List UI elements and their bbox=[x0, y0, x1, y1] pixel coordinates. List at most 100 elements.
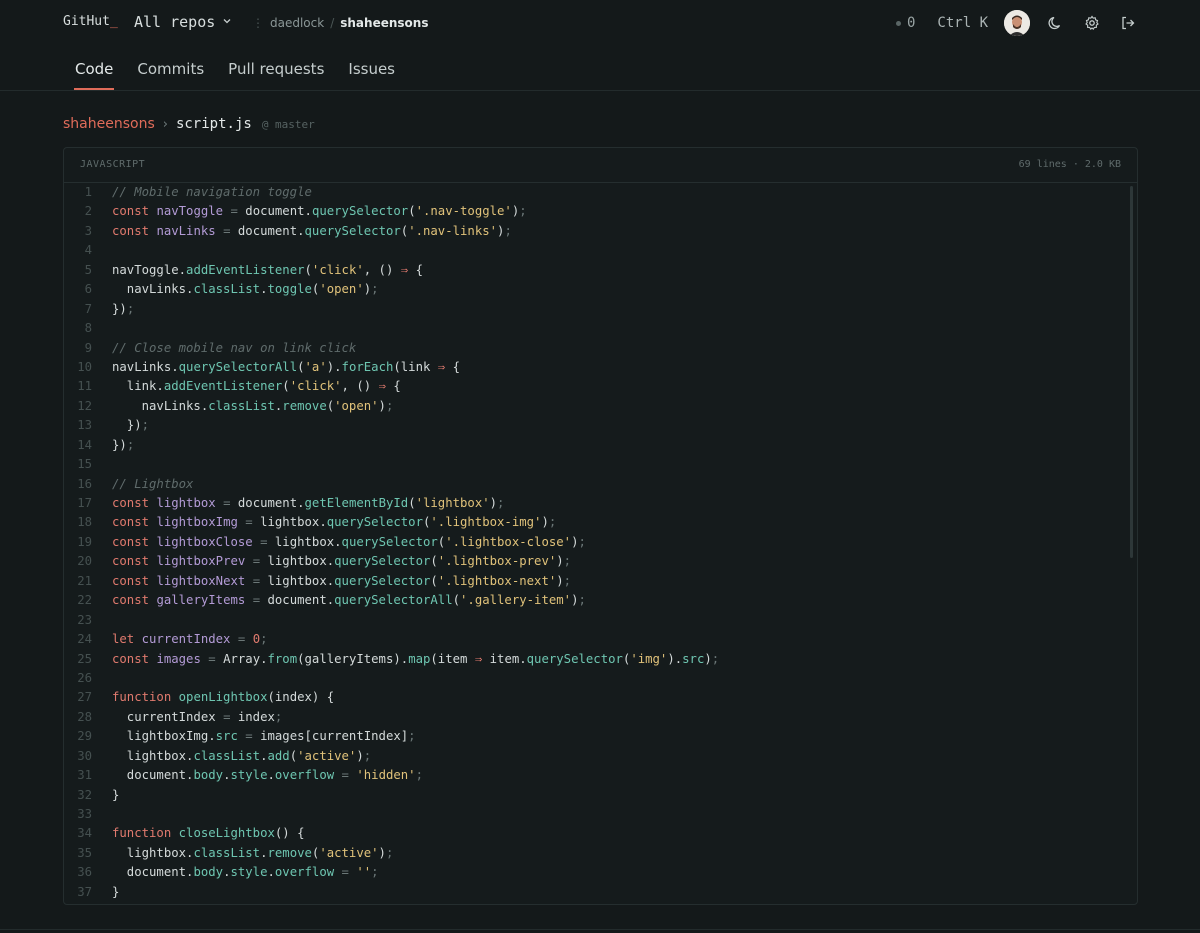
line-number[interactable]: 13 bbox=[64, 416, 112, 435]
file-line-count: 69 lines bbox=[1018, 159, 1067, 170]
logout-button[interactable] bbox=[1118, 13, 1138, 33]
code-text: navLinks.classList.remove('open'); bbox=[112, 398, 394, 413]
code-text: } bbox=[112, 787, 120, 802]
code-line: 18 const lightboxImg = lightbox.querySele… bbox=[64, 513, 1137, 532]
line-number[interactable]: 3 bbox=[64, 222, 112, 241]
tab-pull-requests[interactable]: Pull requests bbox=[216, 46, 336, 90]
code-line: 13 }); bbox=[64, 416, 1137, 435]
code-line: 21 const lightboxNext = lightbox.querySel… bbox=[64, 572, 1137, 591]
theme-toggle-button[interactable] bbox=[1046, 13, 1066, 33]
code-line: 28 currentIndex = index; bbox=[64, 708, 1137, 727]
line-number[interactable]: 20 bbox=[64, 552, 112, 571]
code-text: currentIndex = index; bbox=[112, 709, 283, 724]
code-text: navLinks.classList.toggle('open'); bbox=[112, 282, 379, 297]
code-text: // Mobile navigation toggle bbox=[112, 185, 312, 199]
line-number[interactable]: 17 bbox=[64, 494, 112, 513]
line-number[interactable]: 15 bbox=[64, 455, 112, 474]
brand-logo[interactable]: GitHut_ bbox=[63, 14, 118, 29]
line-number[interactable]: 18 bbox=[64, 513, 112, 532]
code-line: 24 let currentIndex = 0; bbox=[64, 630, 1137, 649]
repo-switcher-label: All repos bbox=[134, 13, 216, 31]
code-text: // Close mobile nav on link click bbox=[112, 340, 357, 355]
repo-switcher[interactable]: All repos bbox=[134, 13, 233, 31]
line-number[interactable]: 2 bbox=[64, 202, 112, 221]
code-text: navToggle.addEventListener('click', () ⇒… bbox=[112, 262, 423, 277]
code-scrollbar[interactable] bbox=[1130, 186, 1133, 558]
top-bar: GitHut_ All repos ⋮ daedlock / shaheenso… bbox=[0, 0, 1200, 46]
line-number[interactable]: 36 bbox=[64, 863, 112, 882]
user-avatar-icon bbox=[1004, 10, 1030, 36]
line-number[interactable]: 37 bbox=[64, 883, 112, 902]
status-dot-icon bbox=[895, 20, 901, 26]
line-number[interactable]: 31 bbox=[64, 766, 112, 785]
line-number[interactable]: 9 bbox=[64, 339, 112, 358]
line-number[interactable]: 6 bbox=[64, 280, 112, 299]
code-text: }); bbox=[112, 301, 135, 316]
code-line: 31 document.body.style.overflow = 'hidde… bbox=[64, 766, 1137, 785]
code-line: 32} bbox=[64, 786, 1137, 805]
line-number[interactable]: 30 bbox=[64, 747, 112, 766]
line-number[interactable]: 33 bbox=[64, 805, 112, 824]
code-text: function openLightbox(index) { bbox=[112, 690, 335, 705]
line-number[interactable]: 12 bbox=[64, 397, 112, 416]
code-line: 9// Close mobile nav on link click bbox=[64, 339, 1137, 358]
file-viewer: JAVASCRIPT 69 lines · 2.0 KB 1// Mobile … bbox=[63, 147, 1138, 905]
code-text: const images = Array.from(galleryItems).… bbox=[112, 651, 720, 666]
line-number[interactable]: 19 bbox=[64, 533, 112, 552]
line-number[interactable]: 14 bbox=[64, 436, 112, 455]
code-text: } bbox=[112, 884, 120, 899]
line-number[interactable]: 4 bbox=[64, 241, 112, 260]
line-number[interactable]: 26 bbox=[64, 669, 112, 688]
line-number[interactable]: 8 bbox=[64, 319, 112, 338]
code-line: 10 navLinks.querySelectorAll('a').forEach… bbox=[64, 358, 1137, 377]
line-number[interactable]: 22 bbox=[64, 591, 112, 610]
code-line: 3 const navLinks = document.querySelector… bbox=[64, 222, 1137, 241]
line-number[interactable]: 32 bbox=[64, 786, 112, 805]
code-line: 16// Lightbox bbox=[64, 475, 1137, 494]
code-line: 2 const navToggle = document.querySelecto… bbox=[64, 202, 1137, 221]
line-number[interactable]: 35 bbox=[64, 844, 112, 863]
line-number[interactable]: 5 bbox=[64, 261, 112, 280]
line-number[interactable]: 16 bbox=[64, 475, 112, 494]
line-number[interactable]: 23 bbox=[64, 611, 112, 630]
file-language: JAVASCRIPT bbox=[80, 159, 146, 170]
code-text: }); bbox=[112, 437, 135, 452]
line-number[interactable]: 10 bbox=[64, 358, 112, 377]
tab-issues[interactable]: Issues bbox=[336, 46, 407, 90]
code-text: const galleryItems = document.querySelec… bbox=[112, 593, 586, 608]
line-number[interactable]: 34 bbox=[64, 824, 112, 843]
line-number[interactable]: 24 bbox=[64, 630, 112, 649]
code-line: 36 document.body.style.overflow = ''; bbox=[64, 863, 1137, 882]
breadcrumb-repo[interactable]: shaheensons bbox=[340, 16, 428, 30]
status-indicator: 0 bbox=[895, 15, 915, 31]
avatar[interactable] bbox=[1004, 10, 1030, 36]
footer-divider bbox=[0, 929, 1200, 930]
code-line: 34 function closeLightbox() { bbox=[64, 824, 1137, 843]
branch-label[interactable]: @ master bbox=[262, 118, 315, 131]
line-number[interactable]: 29 bbox=[64, 727, 112, 746]
breadcrumb: ⋮ daedlock / shaheensons bbox=[252, 16, 428, 30]
code-line: 29 lightboxImg.src = images[currentIndex… bbox=[64, 727, 1137, 746]
line-number[interactable]: 21 bbox=[64, 572, 112, 591]
line-number[interactable]: 7 bbox=[64, 300, 112, 319]
tab-commits[interactable]: Commits bbox=[125, 46, 216, 90]
line-number[interactable]: 25 bbox=[64, 650, 112, 669]
line-number[interactable]: 11 bbox=[64, 377, 112, 396]
code-text: function closeLightbox() { bbox=[112, 826, 305, 841]
line-number[interactable]: 1 bbox=[64, 183, 112, 202]
code-line: 7}); bbox=[64, 300, 1137, 319]
code-line: 15 bbox=[64, 455, 1137, 474]
tab-code[interactable]: Code bbox=[63, 46, 125, 90]
line-number[interactable]: 28 bbox=[64, 708, 112, 727]
file-path-repo-link[interactable]: shaheensons bbox=[63, 116, 155, 132]
code-line: 33 bbox=[64, 805, 1137, 824]
line-number[interactable]: 27 bbox=[64, 688, 112, 707]
command-palette-shortcut[interactable]: Ctrl K bbox=[937, 15, 988, 31]
brand-name: GitHut bbox=[63, 14, 110, 29]
breadcrumb-owner[interactable]: daedlock bbox=[270, 16, 324, 30]
code-line: 5 navToggle.addEventListener('click', () … bbox=[64, 261, 1137, 280]
code-text: const lightboxImg = lightbox.querySelect… bbox=[112, 515, 557, 530]
code-line: 27 function openLightbox(index) { bbox=[64, 688, 1137, 707]
settings-button[interactable] bbox=[1082, 13, 1102, 33]
code-line: 14}); bbox=[64, 436, 1137, 455]
